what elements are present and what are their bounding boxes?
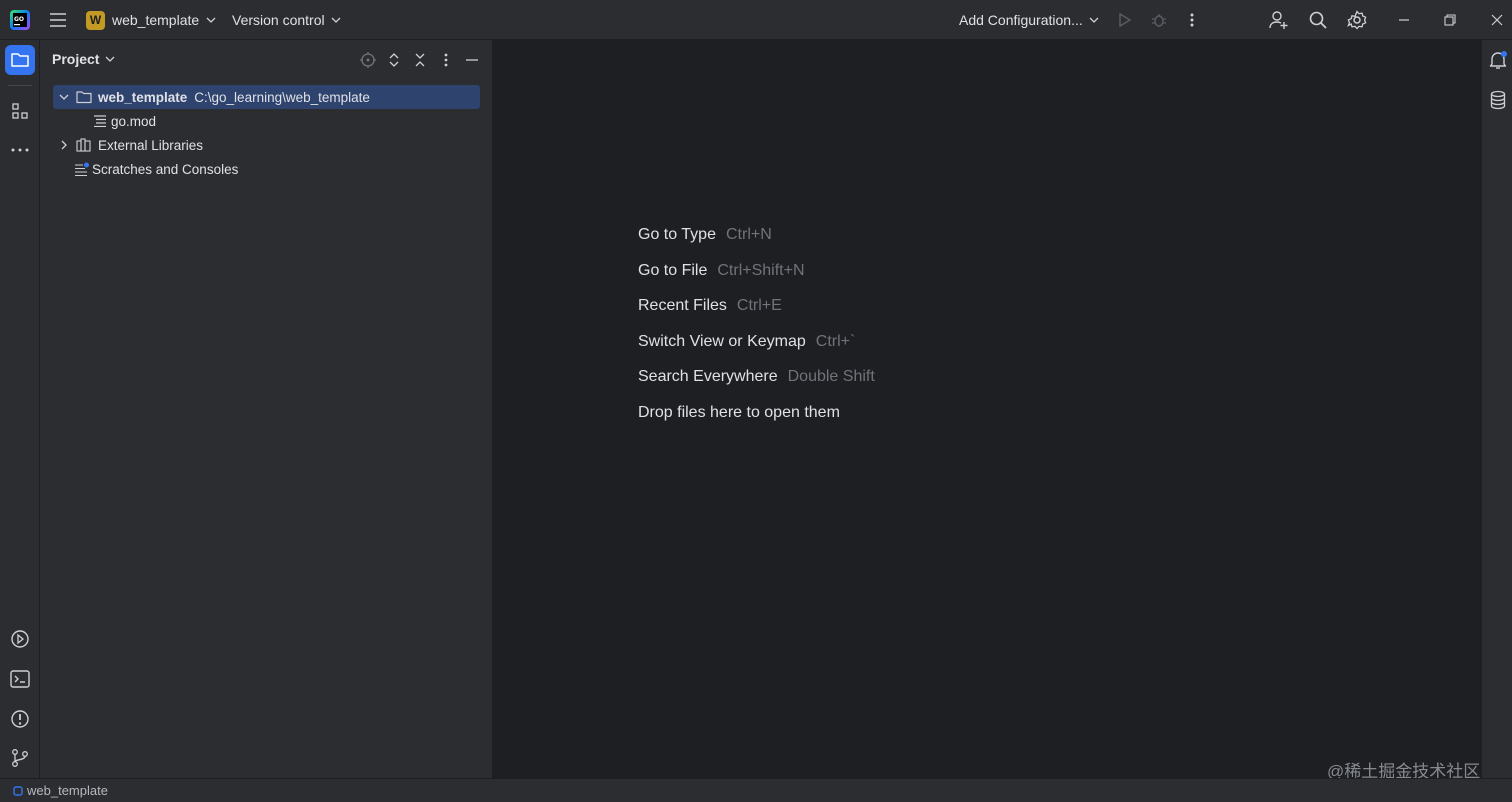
hint-label: Switch View or Keymap [638,333,806,350]
more-horizontal-icon[interactable] [5,135,35,165]
tree-item-label: go.mod [111,113,157,129]
project-tool-window: Project web_template C:\go_learning\web_… [41,40,493,778]
hint-shortcut: Ctrl+E [736,297,782,314]
tree-item-go-mod[interactable]: go.mod [92,109,156,133]
panel-title: Project [52,51,100,67]
svg-text:GO: GO [14,16,24,23]
gear-icon[interactable] [1345,8,1369,32]
hint-shortcut: Ctrl+N [725,226,772,243]
vcs-label: Version control [232,12,325,28]
left-tool-strip [0,40,40,778]
debug-icon[interactable] [1147,8,1171,32]
git-branch-icon[interactable] [5,743,35,773]
hint-shortcut: Ctrl+Shift+N [717,262,805,279]
hint-search-everywhere: Search Everywhere Double Shift [638,368,875,386]
hamburger-menu-icon[interactable] [48,10,68,30]
chevron-down-icon [105,54,115,64]
more-vertical-icon[interactable] [438,50,454,70]
search-icon[interactable] [1306,8,1330,32]
minimize-icon[interactable] [1392,8,1416,32]
hint-label: Go to File [638,262,708,279]
panel-toolbar [360,50,480,70]
hint-label: Recent Files [638,297,727,314]
hint-shortcut: Ctrl+` [815,333,856,350]
chevron-down-icon [1089,15,1099,25]
hint-label: Go to Type [638,226,716,243]
run-configuration-selector[interactable]: Add Configuration... [959,9,1099,31]
library-icon [76,137,92,153]
tree-item-scratches[interactable]: Scratches and Consoles [74,157,238,181]
project-path: C:\go_learning\web_template [194,89,370,105]
run-services-icon[interactable] [5,624,35,654]
restore-icon[interactable] [1438,8,1462,32]
folder-icon [76,89,92,105]
hint-drop-files: Drop files here to open them [638,404,840,422]
hint-switch-view: Switch View or Keymap Ctrl+` [638,333,855,351]
hint-recent-files: Recent Files Ctrl+E [638,297,782,315]
strip-divider [8,85,32,86]
tree-item-label: web_template [98,89,188,105]
editor-empty-state: Go to Type Ctrl+N Go to File Ctrl+Shift+… [493,40,1481,778]
collapse-all-icon[interactable] [412,50,428,70]
hint-go-to-file: Go to File Ctrl+Shift+N [638,262,805,280]
close-icon[interactable] [1485,8,1509,32]
notifications-icon[interactable] [1483,45,1512,75]
structure-icon[interactable] [5,96,35,126]
tree-item-project-root[interactable]: web_template C:\go_learning\web_template [53,85,480,109]
hint-go-to-type: Go to Type Ctrl+N [638,226,772,244]
locate-file-icon[interactable] [360,50,376,70]
tree-item-label: External Libraries [98,137,204,153]
tree-item-label: Scratches and Consoles [92,161,239,177]
more-vertical-icon[interactable] [1180,8,1204,32]
tree-item-external-libraries[interactable]: External Libraries [53,133,203,157]
text-file-icon [92,113,108,129]
goland-logo-icon[interactable]: GO [9,9,31,31]
breadcrumb[interactable]: web_template [27,783,108,798]
hint-label: Search Everywhere [638,368,778,385]
module-icon [13,785,23,796]
chevron-down-icon[interactable] [56,89,72,105]
project-switcher[interactable]: W web_template [86,9,216,31]
hint-shortcut: Double Shift [787,368,875,385]
expand-all-icon[interactable] [386,50,402,70]
status-bar: web_template [0,778,1512,802]
chevron-down-icon [206,15,216,25]
problems-icon[interactable] [5,704,35,734]
database-icon[interactable] [1483,85,1512,115]
project-folder-icon[interactable] [5,45,35,75]
hide-panel-icon[interactable] [464,50,480,70]
chevron-right-icon[interactable] [56,137,72,153]
add-user-icon[interactable] [1267,8,1291,32]
run-icon[interactable] [1113,8,1137,32]
terminal-icon[interactable] [5,664,35,694]
project-view-selector[interactable]: Project [52,51,115,67]
project-badge: W [86,10,105,30]
version-control-menu[interactable]: Version control [232,9,341,31]
title-bar: GO W web_template Version control Add Co… [0,0,1512,40]
run-config-label: Add Configuration... [959,12,1083,28]
hint-label: Drop files here to open them [638,404,840,421]
chevron-down-icon [331,15,341,25]
scratches-icon [74,161,90,177]
right-tool-strip [1481,40,1512,778]
project-name: web_template [112,12,200,28]
